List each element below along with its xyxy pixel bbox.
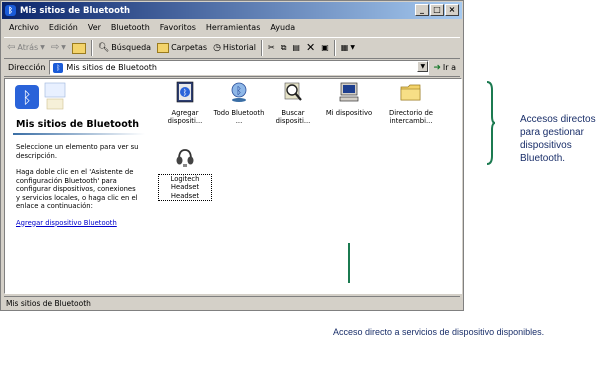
annotation-pointer-line xyxy=(348,243,350,283)
svg-text:ᛒ: ᛒ xyxy=(183,88,188,97)
add-device-link[interactable]: Agregar dispositivo Bluetooth xyxy=(16,219,117,227)
svg-text:ᛒ: ᛒ xyxy=(236,86,242,97)
find-devices-shortcut[interactable]: Buscar dispositi... xyxy=(267,81,319,126)
go-button[interactable]: ➜ Ir a xyxy=(429,63,460,73)
headset-shortcut[interactable]: Logitech Headset Headset xyxy=(158,147,212,201)
icon-label: Mi dispositivo xyxy=(325,108,373,117)
menu-ver[interactable]: Ver xyxy=(83,21,106,35)
pane-instructions: Haga doble clic en el 'Asistente de conf… xyxy=(16,168,138,210)
icon-label: Todo Bluetooth ... xyxy=(213,108,265,126)
all-bluetooth-shortcut[interactable]: ᛒ Todo Bluetooth ... xyxy=(213,81,265,126)
my-device-shortcut[interactable]: Mi dispositivo xyxy=(323,81,375,117)
menu-bar: Archivo Edición Ver Bluetooth Favoritos … xyxy=(4,21,300,35)
move-icon: ✂ xyxy=(268,43,275,52)
minimize-button[interactable]: _ xyxy=(415,4,429,16)
bluetooth-icon: ᛒ xyxy=(5,5,16,16)
views-button[interactable]: ▦ ▼ xyxy=(338,39,358,57)
address-label: Dirección xyxy=(8,63,46,72)
pane-title: Mis sitios de Bluetooth xyxy=(16,119,140,130)
menu-favoritos[interactable]: Favoritos xyxy=(155,21,201,35)
menu-herramientas[interactable]: Herramientas xyxy=(201,21,266,35)
explorer-window: ᛒ Mis sitios de Bluetooth _ □ × Archivo … xyxy=(0,0,464,311)
move-to-button[interactable]: ✂ xyxy=(265,39,278,57)
pane-description: Seleccione un elemento para ver su descr… xyxy=(16,143,140,227)
pane-hint: Seleccione un elemento para ver su descr… xyxy=(16,143,139,160)
history-icon: ◷ xyxy=(213,43,221,53)
properties-button[interactable]: ▣ xyxy=(318,39,332,57)
services-annotation: Acceso directo a servicios de dispositiv… xyxy=(333,327,545,337)
menu-edicion[interactable]: Edición xyxy=(44,21,83,35)
address-bar: Dirección ᛒ Mis sitios de Bluetooth ▼ ➜ … xyxy=(4,59,460,77)
properties-icon: ▣ xyxy=(321,43,329,52)
exchange-folder-shortcut[interactable]: Directorio de intercambi... xyxy=(385,81,437,126)
up-button[interactable] xyxy=(69,42,89,54)
toolbar: ⇦ Atrás ▼ ⇨ ▼ 🔍︎ Búsqueda Carpetas ◷ His… xyxy=(4,37,460,59)
address-input[interactable]: ᛒ Mis sitios de Bluetooth ▼ xyxy=(49,60,430,75)
copy-icon: ⧉ xyxy=(280,43,287,52)
search-button[interactable]: 🔍︎ Búsqueda xyxy=(95,39,154,57)
bluetooth-globe-icon: ᛒ xyxy=(231,82,247,102)
delete-button[interactable]: ✕ xyxy=(303,39,318,57)
folder-view: ᛒ Mis sitios de Bluetooth Seleccione un … xyxy=(4,78,462,294)
arrow-right-icon: ⇨ xyxy=(50,42,60,53)
brace-annotation xyxy=(486,81,495,165)
search-icon: 🔍︎ xyxy=(97,43,110,53)
views-icon: ▦ xyxy=(340,43,349,52)
toolbar-separator xyxy=(90,40,93,56)
chevron-down-icon: ▼ xyxy=(350,44,355,51)
toolbar-separator xyxy=(333,40,336,56)
address-value: Mis sitios de Bluetooth xyxy=(66,63,157,72)
headset-icon xyxy=(176,149,194,167)
back-button[interactable]: ⇦ Atrás ▼ xyxy=(4,39,48,57)
menu-bluetooth[interactable]: Bluetooth xyxy=(106,21,155,35)
address-dropdown-button[interactable]: ▼ xyxy=(417,61,429,72)
status-bar: Mis sitios de Bluetooth xyxy=(4,296,460,310)
icon-label: Directorio de intercambi... xyxy=(388,108,433,126)
menu-archivo[interactable]: Archivo xyxy=(4,21,44,35)
delete-icon: ✕ xyxy=(305,41,316,54)
toolbar-separator xyxy=(261,40,263,56)
shortcuts-annotation: Accesos directos para gestionar disposit… xyxy=(520,114,596,164)
paste-button[interactable]: ▤ xyxy=(289,39,303,57)
add-device-shortcut[interactable]: ᛒ Agregar dispositi... xyxy=(159,81,211,126)
go-arrow-icon: ➜ xyxy=(433,62,441,73)
maximize-button[interactable]: □ xyxy=(430,4,444,16)
folders-button[interactable]: Carpetas xyxy=(154,39,210,57)
menu-ayuda[interactable]: Ayuda xyxy=(265,21,300,35)
icon-label: Logitech Headset Headset xyxy=(158,173,212,201)
title-bar[interactable]: ᛒ Mis sitios de Bluetooth _ □ × xyxy=(2,2,462,19)
bluetooth-banner-icon: ᛒ xyxy=(7,81,67,113)
bluetooth-book-icon: ᛒ xyxy=(176,81,194,103)
chevron-down-icon: ▼ xyxy=(61,44,66,51)
forward-button[interactable]: ⇨ ▼ xyxy=(48,39,69,57)
pane-divider xyxy=(13,133,145,135)
computer-icon xyxy=(339,82,359,102)
paste-icon: ▤ xyxy=(292,43,300,52)
folder-icon xyxy=(400,84,421,101)
folder-up-icon xyxy=(71,42,86,54)
icon-label: Buscar dispositi... xyxy=(275,108,311,126)
folders-icon xyxy=(157,43,170,53)
chevron-down-icon: ▼ xyxy=(40,44,45,51)
close-button[interactable]: × xyxy=(445,4,459,16)
history-button[interactable]: ◷ Historial xyxy=(210,39,259,57)
web-view-pane: ᛒ Mis sitios de Bluetooth Seleccione un … xyxy=(5,79,145,293)
window-title: Mis sitios de Bluetooth xyxy=(20,5,131,16)
copy-to-button[interactable]: ⧉ xyxy=(278,39,290,57)
svg-text:ᛒ: ᛒ xyxy=(22,88,32,107)
bluetooth-icon: ᛒ xyxy=(53,62,64,73)
arrow-left-icon: ⇦ xyxy=(7,42,16,53)
icon-label: Agregar dispositi... xyxy=(167,108,203,126)
search-device-icon xyxy=(284,82,302,101)
